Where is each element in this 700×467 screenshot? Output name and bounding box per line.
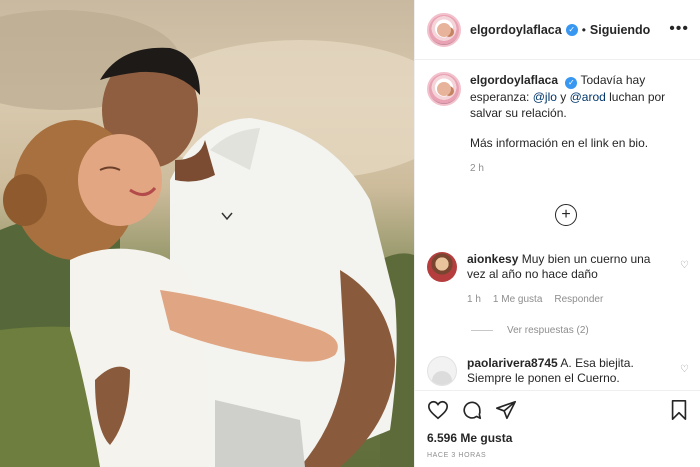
mention-link-arod[interactable]: @arod — [570, 90, 606, 104]
post-header: elgordoylaflaca ✓ • Siguiendo ••• — [415, 0, 700, 60]
comment-body: aionkesy Muy bien un cuerno una vez al a… — [467, 252, 667, 307]
share-send-icon[interactable] — [495, 399, 517, 421]
likes-count[interactable]: 6.596 Me gusta — [427, 431, 512, 445]
comment-like-heart-icon[interactable]: ♡ — [680, 364, 689, 375]
comment-bubble-icon[interactable] — [461, 399, 483, 421]
more-options-icon[interactable]: ••• — [669, 20, 689, 38]
following-button[interactable]: Siguiendo — [590, 23, 650, 37]
view-replies-button[interactable]: Ver respuestas (2) — [471, 325, 589, 336]
caption-avatar[interactable] — [427, 72, 461, 106]
verified-badge-icon: ✓ — [565, 23, 578, 36]
posted-timestamp: HACE 3 HORAS — [427, 452, 487, 459]
separator-dot: • — [581, 22, 586, 37]
caption-block: elgordoylaflaca ✓ Todavía hay esperanza:… — [427, 72, 689, 177]
post-photo[interactable] — [0, 0, 414, 467]
post-side-panel: elgordoylaflaca ✓ • Siguiendo ••• elgord… — [414, 0, 700, 467]
reply-button[interactable]: Responder — [554, 292, 603, 307]
bookmark-save-icon[interactable] — [669, 399, 689, 421]
comment-time: 1 h — [467, 294, 481, 305]
commenter-username[interactable]: paolarivera8745 — [467, 356, 558, 370]
load-more-comments-button[interactable]: + — [555, 204, 577, 226]
verified-badge-icon: ✓ — [565, 77, 578, 89]
avatar-face — [437, 82, 451, 96]
commenter-avatar[interactable] — [427, 252, 457, 282]
author-avatar[interactable] — [427, 12, 461, 47]
mention-link-jlo[interactable]: @jlo — [533, 90, 557, 104]
commenter-avatar[interactable] — [427, 356, 457, 386]
instagram-post-modal: elgordoylaflaca ✓ • Siguiendo ••• elgord… — [0, 0, 700, 467]
replies-divider-line — [471, 330, 493, 331]
author-username[interactable]: elgordoylaflaca — [470, 23, 562, 37]
comment-likes[interactable]: 1 Me gusta — [493, 292, 542, 307]
comment-item: aionkesy Muy bien un cuerno una vez al a… — [427, 252, 689, 307]
caption-time: 2 h — [470, 163, 484, 174]
comment-meta: 1 h 1 Me gusta Responder — [467, 292, 667, 307]
avatar-face — [437, 22, 451, 37]
like-heart-icon[interactable] — [427, 399, 449, 421]
caption-text: elgordoylaflaca ✓ Todavía hay esperanza:… — [470, 72, 689, 177]
action-icons — [427, 399, 517, 421]
comment-like-heart-icon[interactable]: ♡ — [680, 260, 689, 271]
caption-text-part2: y — [560, 90, 567, 104]
post-actions-bar: 6.596 Me gusta HACE 3 HORAS — [415, 390, 700, 467]
comment-body: paolarivera8745 A. Esa biejita. Siempre … — [467, 356, 667, 386]
comment-item: paolarivera8745 A. Esa biejita. Siempre … — [427, 356, 689, 386]
default-avatar-icon — [432, 371, 452, 385]
caption-paragraph-2: Más información en el link en bio. — [470, 136, 649, 150]
commenter-username[interactable]: aionkesy — [467, 252, 518, 266]
view-replies-label: Ver respuestas (2) — [507, 325, 589, 336]
photo-illustration — [0, 10, 414, 467]
caption-username[interactable]: elgordoylaflaca — [470, 73, 558, 87]
